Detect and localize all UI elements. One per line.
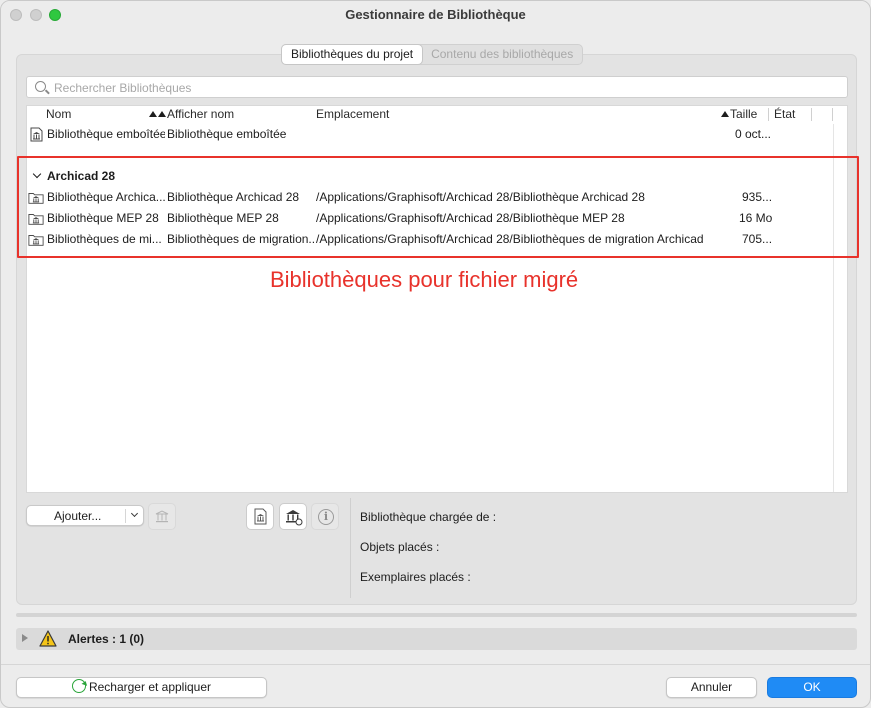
column-header-location[interactable]: Emplacement xyxy=(316,106,389,124)
sort-ascending-icon xyxy=(721,111,729,117)
chevron-down-icon[interactable] xyxy=(130,509,139,518)
row-display-name: Bibliothèque emboîtée xyxy=(167,127,287,141)
annotation-highlight-box xyxy=(17,156,859,258)
tab-library-contents[interactable]: Contenu des bibliothèques xyxy=(422,45,582,64)
reload-icon xyxy=(71,679,86,693)
embedded-library-icon xyxy=(30,127,43,142)
table-row[interactable]: Bibliothèque emboîtée Bibliothèque emboî… xyxy=(27,124,833,144)
embedded-library-button[interactable] xyxy=(246,503,274,530)
search-icon xyxy=(35,81,46,92)
library-manager-window: Gestionnaire de Bibliothèque Bibliothèqu… xyxy=(0,0,871,708)
embedded-library-icon xyxy=(254,508,267,525)
reload-apply-button[interactable]: Recharger et appliquer xyxy=(16,677,267,698)
column-divider[interactable] xyxy=(832,108,833,121)
placed-instances-label: Exemplaires placés : xyxy=(360,570,471,584)
sort-ascending-icon xyxy=(158,111,166,117)
window-title: Gestionnaire de Bibliothèque xyxy=(345,7,526,22)
search-input[interactable]: Rechercher Bibliothèques xyxy=(54,81,191,95)
remove-library-button[interactable] xyxy=(148,503,176,530)
column-header-sort-icon[interactable] xyxy=(149,106,167,124)
row-name: Bibliothèque emboîtée xyxy=(47,127,165,141)
add-library-button[interactable]: Ajouter... xyxy=(26,505,144,526)
reload-apply-label: Recharger et appliquer xyxy=(88,680,212,694)
info-icon: i xyxy=(318,509,334,525)
tab-project-libraries[interactable]: Bibliothèques du projet xyxy=(282,45,423,64)
cancel-button[interactable]: Annuler xyxy=(666,677,757,698)
column-header-size[interactable]: Taille xyxy=(721,106,757,124)
column-divider[interactable] xyxy=(811,108,812,121)
splitter-handle[interactable] xyxy=(16,613,857,617)
row-size: 0 oct... xyxy=(735,127,772,141)
library-settings-icon xyxy=(286,510,303,526)
info-button[interactable]: i xyxy=(311,503,339,530)
column-divider[interactable] xyxy=(768,108,769,121)
annotation-label: Bibliothèques pour fichier migré xyxy=(270,267,579,292)
tab-switcher: Bibliothèques du projet Contenu des bibl… xyxy=(281,44,584,65)
add-library-label: Ajouter... xyxy=(54,509,102,523)
ok-button[interactable]: OK xyxy=(767,677,857,698)
vertical-divider xyxy=(350,498,351,598)
column-header-name[interactable]: Nom xyxy=(46,106,71,124)
library-settings-button[interactable] xyxy=(279,503,307,530)
column-header-size-label: Taille xyxy=(730,107,758,121)
disclosure-triangle-icon[interactable] xyxy=(22,634,28,642)
loaded-from-label: Bibliothèque chargée de : xyxy=(360,510,497,524)
placed-objects-label: Objets placés : xyxy=(360,540,440,554)
warning-icon xyxy=(39,630,57,647)
library-remove-icon xyxy=(155,510,169,523)
sort-ascending-icon xyxy=(149,111,157,117)
search-field[interactable]: Rechercher Bibliothèques xyxy=(26,76,848,98)
add-button-separator xyxy=(125,509,126,523)
column-header-display-name[interactable]: Afficher nom xyxy=(167,106,234,124)
column-header-state[interactable]: État xyxy=(774,106,795,124)
alerts-label: Alertes : 1 (0) xyxy=(68,632,145,646)
title-bar: Gestionnaire de Bibliothèque xyxy=(1,1,870,29)
footer-divider xyxy=(1,664,870,665)
alerts-bar[interactable]: Alertes : 1 (0) xyxy=(16,628,857,650)
